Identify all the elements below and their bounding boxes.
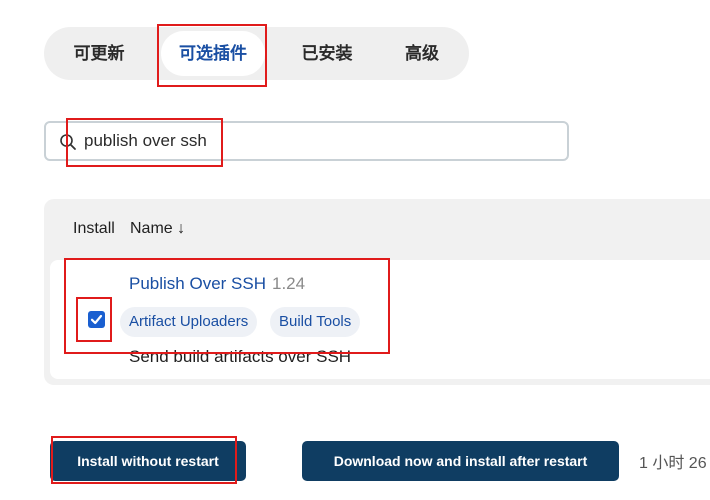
plugin-search-box	[44, 121, 569, 161]
tab-installed[interactable]: 已安装	[284, 27, 370, 80]
tag-artifact-uploaders[interactable]: Artifact Uploaders	[120, 307, 258, 337]
search-icon	[59, 133, 77, 151]
install-checkbox[interactable]	[88, 311, 105, 328]
tag-build-tools[interactable]: Build Tools	[270, 307, 361, 337]
checkmark-icon	[90, 314, 103, 325]
plugin-description: Send build artifacts over SSH	[129, 347, 352, 366]
update-time-text: 1 小时 26	[639, 455, 707, 472]
plugin-name-link[interactable]: Publish Over SSH	[129, 274, 266, 294]
download-install-after-restart-button[interactable]: Download now and install after restart	[302, 441, 619, 481]
plugin-table: Install Name ↓ Publish Over SSH 1.24 Art…	[44, 199, 710, 385]
tab-updates[interactable]: 可更新	[56, 27, 142, 80]
search-input[interactable]	[84, 127, 554, 155]
column-header-install: Install	[73, 220, 115, 237]
tab-advanced[interactable]: 高级	[387, 27, 457, 80]
install-without-restart-button[interactable]: Install without restart	[50, 441, 246, 481]
table-row: Publish Over SSH 1.24 Artifact Uploaders…	[50, 260, 710, 379]
plugin-tabs: 可更新 可选插件 已安装 高级	[44, 27, 469, 80]
column-header-name-sort[interactable]: Name ↓	[130, 220, 185, 238]
tab-available-plugins[interactable]: 可选插件	[161, 31, 265, 76]
plugin-version: 1.24	[272, 274, 306, 293]
plugin-manager-page: 可更新 可选插件 已安装 高级 Install Name ↓ Publish O…	[0, 0, 710, 500]
